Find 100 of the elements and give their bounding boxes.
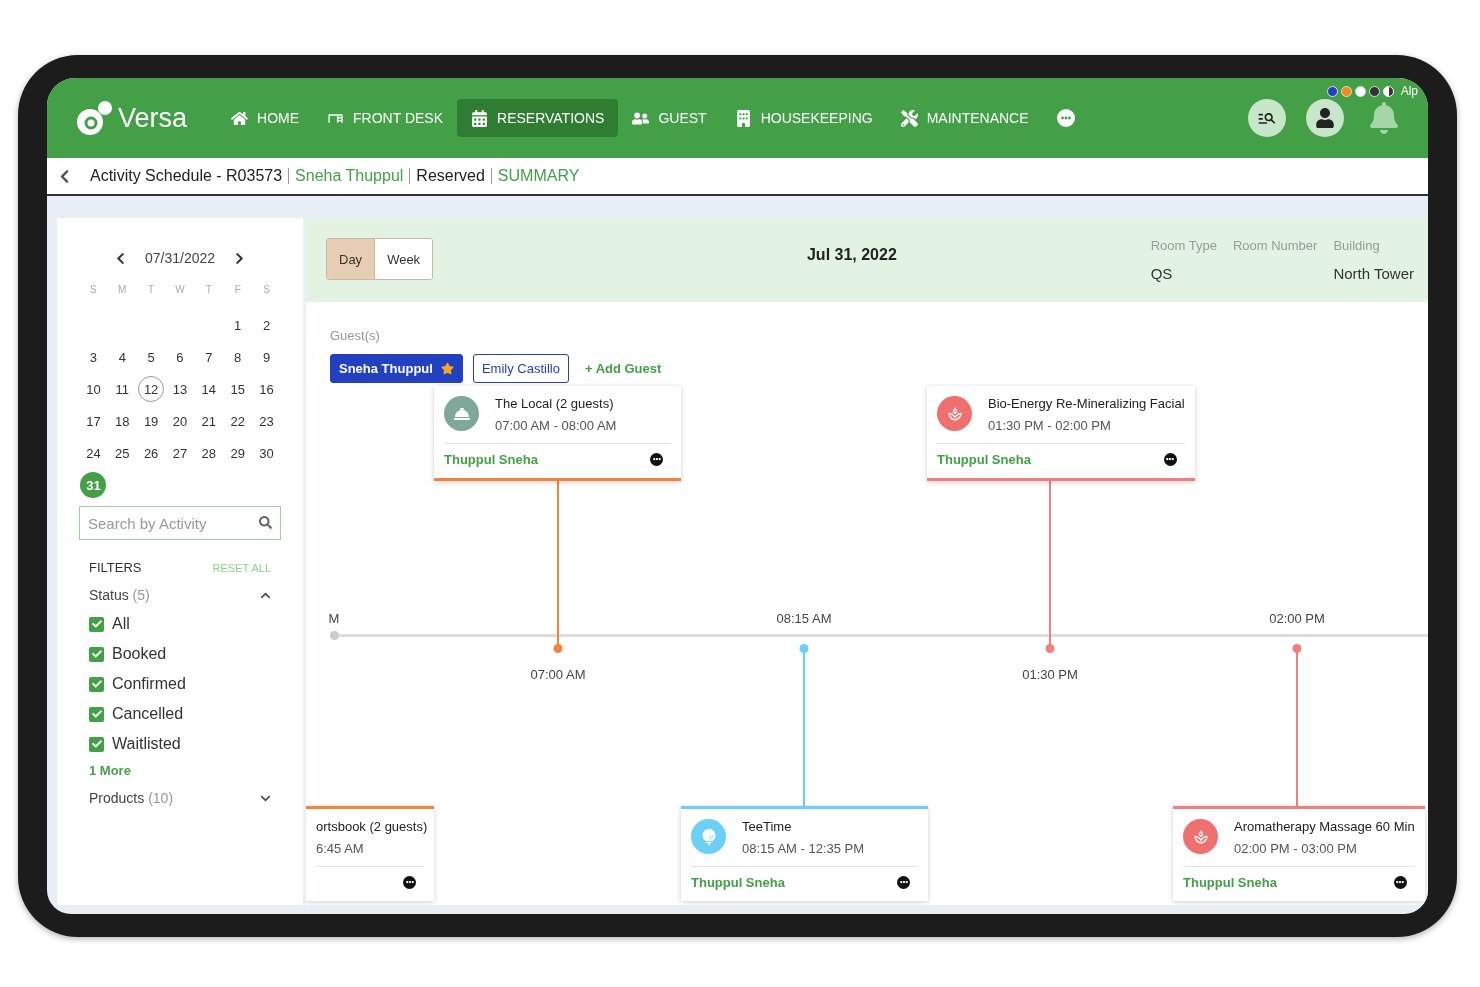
time-label: 07:00 AM — [530, 667, 586, 682]
filter-group-title[interactable]: Products (10) — [89, 790, 174, 806]
calendar-day[interactable]: 3 — [80, 344, 107, 370]
calendar-day[interactable]: 23 — [253, 408, 280, 434]
calendar-day[interactable]: 14 — [195, 376, 222, 402]
view-toggle-button[interactable]: Day — [327, 239, 375, 279]
calendar-day[interactable]: 26 — [138, 440, 165, 466]
calendar-day[interactable]: 27 — [167, 440, 193, 466]
user-label: Alp — [1400, 84, 1418, 98]
calendar-day[interactable]: 6 — [167, 344, 193, 370]
filters-title: FILTERS — [89, 560, 142, 575]
view-toggle-button[interactable]: Week — [374, 239, 433, 279]
date-title: Jul 31, 2022 — [805, 246, 898, 264]
more-icon[interactable] — [403, 875, 416, 889]
contrast-icon[interactable] — [1382, 85, 1394, 97]
calendar-day[interactable]: 16 — [253, 376, 280, 402]
checkbox[interactable] — [89, 646, 104, 662]
checkbox-label: Confirmed — [112, 675, 186, 693]
more-icon[interactable] — [1393, 875, 1407, 889]
weekday-label: T — [205, 284, 212, 297]
weekday-label: M — [118, 284, 127, 297]
activity-card[interactable]: TeeTime 08:15 AM - 12:35 PM Thuppul Sneha — [681, 806, 928, 901]
info-label: Building — [1333, 238, 1381, 253]
home-icon — [231, 109, 249, 127]
calendar-day[interactable]: 21 — [195, 408, 222, 434]
calendar-day[interactable]: 8 — [224, 344, 251, 370]
search-list-button[interactable] — [1248, 99, 1286, 137]
checkbox[interactable] — [89, 736, 104, 752]
time-label: 01:30 PM — [1022, 667, 1078, 682]
nav-tab[interactable]: RESERVATIONS — [457, 99, 619, 137]
search-icon — [259, 516, 272, 529]
time-label: 08:15 AM — [776, 611, 832, 626]
time-label: M — [328, 611, 340, 626]
guests-label: Guest(s) — [330, 328, 380, 343]
timeline-start-dot — [330, 631, 339, 640]
calendar-day[interactable]: 1 — [224, 312, 251, 338]
activity-card[interactable]: The Local (2 guests) 07:00 AM - 08:00 AM Thuppul Sneha — [434, 386, 681, 481]
calendar-day[interactable]: 29 — [224, 440, 251, 466]
calendar-day[interactable]: 7 — [195, 344, 222, 370]
calendar-day[interactable]: 10 — [80, 376, 107, 402]
more-icon[interactable] — [897, 875, 910, 889]
checkbox-label: Cancelled — [112, 705, 184, 723]
theme-swatch[interactable] — [1354, 85, 1366, 97]
calendar-day[interactable]: 2 — [253, 312, 280, 338]
activity-time: 6:45 AM — [316, 841, 365, 856]
theme-swatch[interactable] — [1368, 85, 1380, 97]
activity-time: 07:00 AM - 08:00 AM — [495, 418, 617, 433]
breadcrumb-text: Reserved — [409, 168, 491, 184]
checkbox[interactable] — [89, 676, 104, 692]
calendar-day[interactable]: 13 — [167, 376, 193, 402]
calendar-day[interactable]: 4 — [109, 344, 136, 370]
user-avatar-button[interactable] — [1306, 99, 1344, 137]
spa-icon — [1183, 819, 1218, 854]
calendar-day[interactable]: 22 — [224, 408, 251, 434]
bell-cover-icon — [444, 396, 479, 431]
calendar-day[interactable]: 24 — [80, 440, 107, 466]
info-label: Room Type — [1150, 238, 1217, 253]
activity-card[interactable]: Bio-Energy Re-Mineralizing Facial 01:30 PM - 02:00 PM Thuppul Sneha — [927, 386, 1195, 481]
activity-card[interactable]: Aromatherapy Massage 60 Min 02:00 PM - 03:00 PM Thuppul Sneha — [1173, 806, 1425, 901]
activity-card[interactable]: ortsbook (2 guests) 6:45 AM — [306, 806, 434, 901]
theme-swatch[interactable] — [1326, 85, 1338, 97]
calendar-day[interactable]: 17 — [80, 408, 107, 434]
logo-text: Versa — [118, 102, 188, 134]
checkbox[interactable] — [89, 706, 104, 722]
logo-icon — [74, 100, 114, 136]
checkbox-label: All — [112, 615, 130, 633]
tools-icon — [900, 109, 918, 127]
golf-icon — [691, 819, 726, 854]
info-value: QS — [1150, 265, 1174, 282]
calendar-day[interactable]: 5 — [138, 344, 165, 370]
guest-chip[interactable]: Sneha Thuppul — [330, 354, 463, 383]
building-icon — [734, 109, 752, 127]
time-label: 02:00 PM — [1269, 611, 1325, 626]
theme-swatch[interactable] — [1340, 85, 1352, 97]
activity-time: 01:30 PM - 02:00 PM — [988, 418, 1112, 433]
info-value: North Tower — [1333, 265, 1414, 282]
checkbox-label: Waitlisted — [112, 735, 181, 753]
star-icon — [440, 362, 454, 375]
more-icon[interactable] — [650, 452, 663, 466]
filter-group-title[interactable]: Status (5) — [89, 587, 150, 603]
checkbox-label: Booked — [112, 645, 167, 663]
calendar-day[interactable]: 30 — [253, 440, 280, 466]
calendar-day[interactable]: 11 — [109, 376, 136, 402]
search-field[interactable]: Search by Activity — [79, 506, 281, 540]
calendar-day[interactable]: 28 — [195, 440, 222, 466]
activity-title: Aromatherapy Massage 60 Min — [1234, 819, 1415, 834]
spa-icon — [937, 396, 972, 431]
guest-chip[interactable]: Emily Castillo — [472, 354, 569, 383]
calendar-day[interactable]: 9 — [253, 344, 280, 370]
calendar-day[interactable]: 25 — [109, 440, 136, 466]
calendar-icon — [471, 109, 489, 127]
calendar-day[interactable]: 19 — [138, 408, 165, 434]
calendar-day[interactable]: 20 — [167, 408, 193, 434]
weekday-label: S — [263, 284, 270, 297]
more-icon[interactable] — [1163, 452, 1177, 466]
checkbox[interactable] — [89, 616, 104, 632]
user-icon — [1315, 108, 1335, 128]
calendar-day[interactable]: 15 — [224, 376, 251, 402]
activity-title: TeeTime — [742, 819, 793, 834]
calendar-day[interactable]: 18 — [109, 408, 136, 434]
